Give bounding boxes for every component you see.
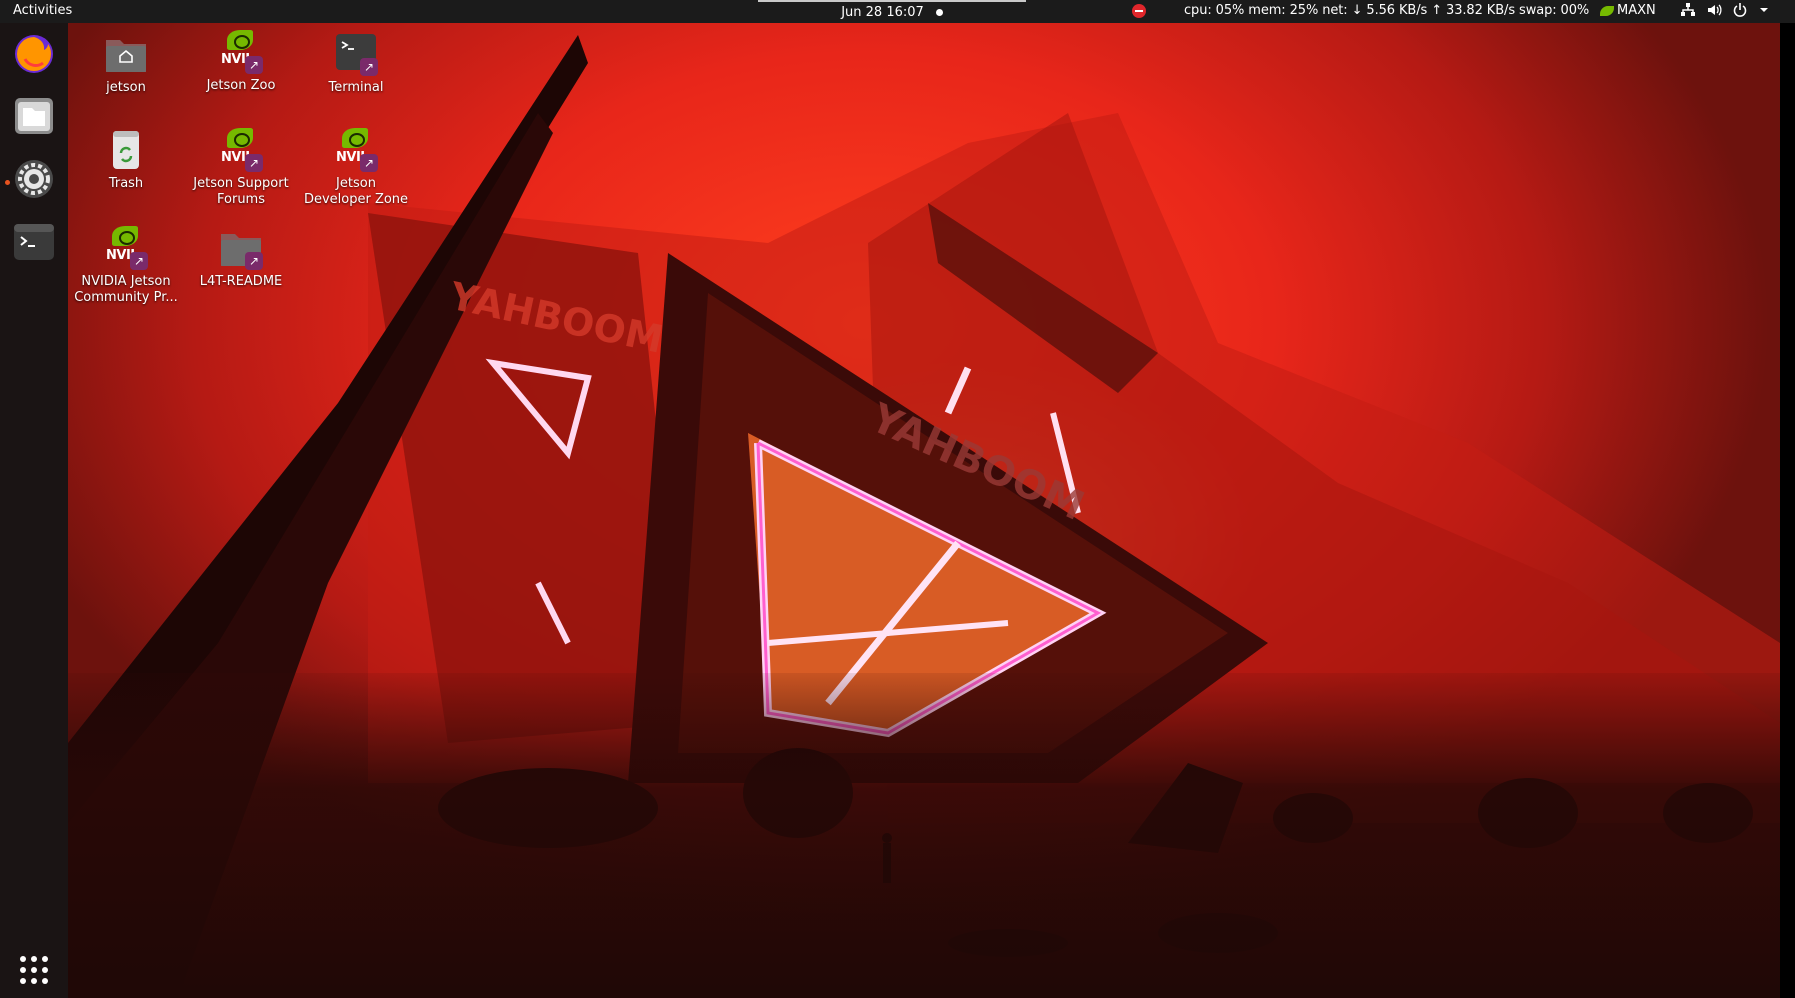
desktop-icon-l4t-readme[interactable]: ↗ L4T-README xyxy=(181,224,301,290)
desktop-icon-label: Terminal xyxy=(328,80,384,95)
power-mode-label: MAXN xyxy=(1617,3,1656,18)
desktop-icon-label: NVIDIA Jetson Community Pr... xyxy=(74,274,178,305)
desktop-icon-trash[interactable]: Trash xyxy=(66,126,186,192)
dock-firefox[interactable] xyxy=(12,32,56,76)
settings-gear-icon xyxy=(15,160,53,198)
desktop-icon-label: Jetson Developer Zone xyxy=(303,176,409,207)
dock xyxy=(0,23,68,998)
desktop-icon-label: Trash xyxy=(108,176,144,191)
system-tray[interactable] xyxy=(1680,2,1770,18)
nvidia-link-icon: NVIL ↗ xyxy=(332,126,380,174)
shortcut-arrow-icon: ↗ xyxy=(245,154,263,172)
desktop-icon-label: Jetson Zoo xyxy=(206,78,276,93)
dock-files[interactable] xyxy=(12,94,56,138)
nvidia-power-mode[interactable]: MAXN xyxy=(1600,3,1656,18)
nvidia-link-icon: NVIL ↗ xyxy=(217,126,265,174)
screen-edge xyxy=(1780,23,1795,998)
desktop-icon-nvidia-jetson-community-projects[interactable]: NVIL ↗ NVIDIA Jetson Community Pr... xyxy=(66,224,186,306)
folder-link-icon: ↗ xyxy=(217,224,265,272)
activities-button[interactable]: Activities xyxy=(13,3,72,18)
shortcut-arrow-icon: ↗ xyxy=(130,252,148,270)
shortcut-arrow-icon: ↗ xyxy=(360,154,378,172)
app-grid-icon xyxy=(20,956,48,984)
trash-icon xyxy=(102,126,150,174)
do-not-disturb-icon[interactable] xyxy=(1132,4,1146,18)
chevron-down-icon[interactable] xyxy=(1758,2,1770,18)
desktop-icon-jetson-developer-zone[interactable]: NVIL ↗ Jetson Developer Zone xyxy=(296,126,416,208)
files-icon xyxy=(15,98,53,134)
top-bar: Activities Jun 28 16:07 cpu: 05% mem: 25… xyxy=(0,0,1795,23)
terminal-icon xyxy=(14,224,54,260)
network-icon[interactable] xyxy=(1680,2,1696,18)
desktop-icon-terminal[interactable]: ↗ Terminal xyxy=(296,30,416,96)
power-icon[interactable] xyxy=(1732,2,1748,18)
system-monitor-text[interactable]: cpu: 05% mem: 25% net: ↓ 5.56 KB/s ↑ 33.… xyxy=(1184,3,1589,18)
desktop-icon-label: L4T-README xyxy=(199,274,283,289)
dock-terminal[interactable] xyxy=(12,220,56,264)
show-applications-button[interactable] xyxy=(12,948,56,992)
home-folder-icon xyxy=(102,30,150,78)
terminal-link-icon: ↗ xyxy=(332,30,380,78)
dock-settings[interactable] xyxy=(12,157,56,201)
desktop-icon-jetson-support-forums[interactable]: NVIL ↗ Jetson Support Forums xyxy=(181,126,301,208)
nvidia-link-icon: NVIL ↗ xyxy=(217,28,265,76)
shortcut-arrow-icon: ↗ xyxy=(245,56,263,74)
desktop-icon-label: Jetson Support Forums xyxy=(193,176,289,207)
clock-area[interactable]: Jun 28 16:07 xyxy=(758,0,1026,23)
notification-dot-icon xyxy=(935,9,943,16)
volume-icon[interactable] xyxy=(1706,2,1722,18)
desktop-icon-label: jetson xyxy=(106,80,146,95)
clock[interactable]: Jun 28 16:07 xyxy=(841,5,924,20)
firefox-icon xyxy=(15,35,53,73)
shortcut-arrow-icon: ↗ xyxy=(360,58,378,76)
shortcut-arrow-icon: ↗ xyxy=(245,252,263,270)
desktop-icon-jetson-zoo[interactable]: NVIL ↗ Jetson Zoo xyxy=(181,28,301,94)
nvidia-link-icon: NVIL ↗ xyxy=(102,224,150,272)
running-indicator xyxy=(5,180,10,185)
desktop-icon-jetson[interactable]: jetson xyxy=(66,30,186,96)
nvidia-logo-icon xyxy=(1600,5,1614,16)
